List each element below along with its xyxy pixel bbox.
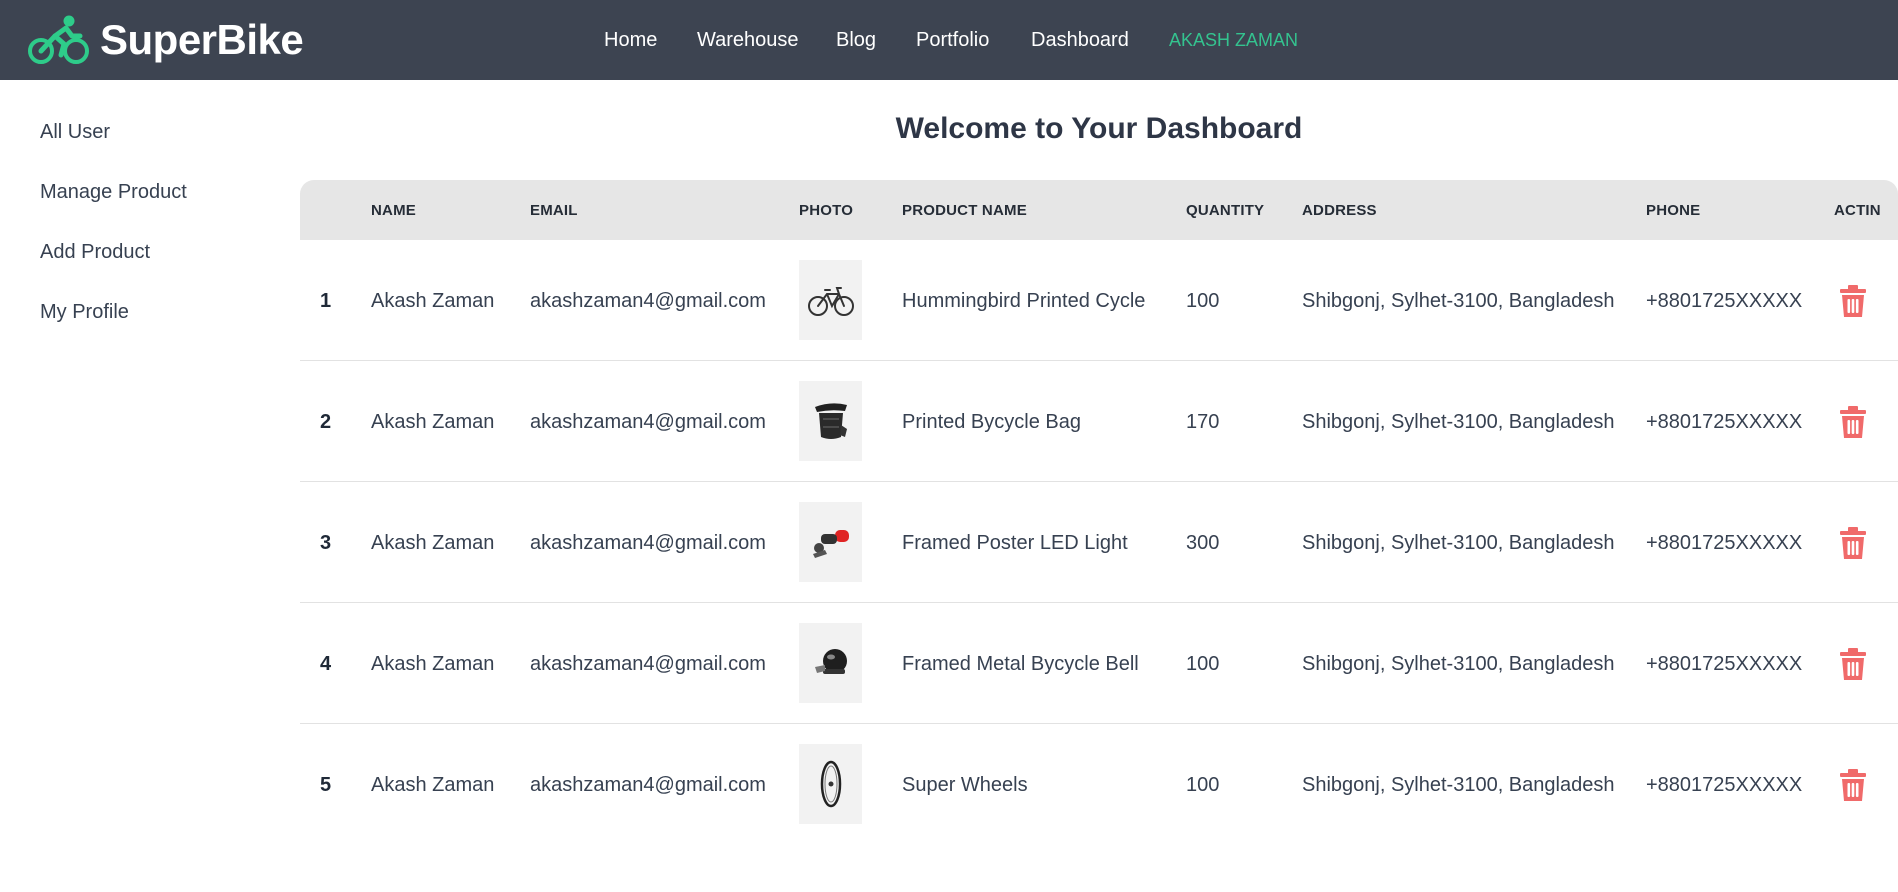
row-phone: +8801725XXXXX <box>1646 653 1803 675</box>
product-photo <box>799 502 862 582</box>
saddle-bag-icon <box>814 403 847 439</box>
wheel-icon <box>820 760 841 808</box>
header-email: EMAIL <box>530 202 578 219</box>
row-index: 5 <box>320 774 332 796</box>
trash-icon[interactable] <box>1838 405 1868 439</box>
header-action: ACTIN <box>1834 202 1881 219</box>
row-address: Shibgonj, Sylhet-3100, Bangladesh <box>1302 774 1615 796</box>
nav-portfolio[interactable]: Portfolio <box>916 29 989 52</box>
bell-icon <box>814 649 847 674</box>
product-photo <box>799 744 862 824</box>
row-address: Shibgonj, Sylhet-3100, Bangladesh <box>1302 411 1615 433</box>
row-index: 4 <box>320 653 332 675</box>
bicycle-icon <box>807 287 854 316</box>
sidebar-item-my-profile[interactable]: My Profile <box>40 301 129 324</box>
nav-user-name[interactable]: AKASH ZAMAN <box>1169 30 1298 51</box>
nav-warehouse[interactable]: Warehouse <box>697 29 799 52</box>
row-name: Akash Zaman <box>371 532 495 554</box>
header-address: ADDRESS <box>1302 202 1377 219</box>
row-phone: +8801725XXXXX <box>1646 532 1803 554</box>
row-email: akashzaman4@gmail.com <box>530 653 766 675</box>
table-row: 1 Akash Zaman akashzaman4@gmail.com Humm… <box>300 240 1898 361</box>
row-address: Shibgonj, Sylhet-3100, Bangladesh <box>1302 532 1615 554</box>
row-index: 2 <box>320 411 332 433</box>
row-product-name: Framed Poster LED Light <box>902 532 1128 554</box>
row-product-name: Printed Bycycle Bag <box>902 411 1081 433</box>
row-quantity: 100 <box>1186 653 1220 675</box>
row-address: Shibgonj, Sylhet-3100, Bangladesh <box>1302 653 1615 675</box>
trash-icon[interactable] <box>1838 768 1868 802</box>
row-name: Akash Zaman <box>371 653 495 675</box>
nav-home[interactable]: Home <box>604 29 657 52</box>
table-header: NAME EMAIL PHOTO PRODUCT NAME QUANTITY A… <box>300 180 1898 240</box>
header-photo: PHOTO <box>799 202 854 219</box>
row-quantity: 100 <box>1186 290 1220 312</box>
sidebar-item-manage-product[interactable]: Manage Product <box>40 181 187 204</box>
header-product-name: PRODUCT NAME <box>902 202 1027 219</box>
nav-blog[interactable]: Blog <box>836 29 876 52</box>
page-title: Welcome to Your Dashboard <box>895 112 1303 145</box>
row-index: 1 <box>320 290 332 312</box>
trash-icon[interactable] <box>1838 647 1868 681</box>
table-row: 3 Akash Zaman akashzaman4@gmail.com Fram… <box>300 482 1898 603</box>
row-product-name: Super Wheels <box>902 774 1028 796</box>
header-quantity: QUANTITY <box>1186 202 1265 219</box>
nav-dashboard[interactable]: Dashboard <box>1031 29 1129 52</box>
row-index: 3 <box>320 532 332 554</box>
header-name: NAME <box>371 202 416 219</box>
top-navbar: SuperBike Home Warehouse Blog Portfolio … <box>0 0 1898 80</box>
trash-icon[interactable] <box>1838 526 1868 560</box>
product-photo <box>799 381 862 461</box>
table-row: 2 Akash Zaman akashzaman4@gmail.com Prin… <box>300 361 1898 482</box>
row-phone: +8801725XXXXX <box>1646 290 1803 312</box>
header-phone: PHONE <box>1646 202 1701 219</box>
row-email: akashzaman4@gmail.com <box>530 290 766 312</box>
row-name: Akash Zaman <box>371 290 495 312</box>
row-product-name: Hummingbird Printed Cycle <box>902 290 1146 312</box>
row-name: Akash Zaman <box>371 411 495 433</box>
sidebar-item-add-product[interactable]: Add Product <box>40 241 150 264</box>
row-quantity: 100 <box>1186 774 1220 796</box>
table-row: 4 Akash Zaman akashzaman4@gmail.com Fram… <box>300 603 1898 724</box>
table-row: 5 Akash Zaman akashzaman4@gmail.com Supe… <box>300 724 1898 845</box>
row-phone: +8801725XXXXX <box>1646 774 1803 796</box>
trash-icon[interactable] <box>1838 284 1868 318</box>
product-photo <box>799 260 862 340</box>
sidebar-item-all-user[interactable]: All User <box>40 121 110 144</box>
product-photo <box>799 623 862 703</box>
row-phone: +8801725XXXXX <box>1646 411 1803 433</box>
row-email: akashzaman4@gmail.com <box>530 774 766 796</box>
row-product-name: Framed Metal Bycycle Bell <box>902 653 1139 675</box>
row-quantity: 300 <box>1186 532 1220 554</box>
row-name: Akash Zaman <box>371 774 495 796</box>
row-email: akashzaman4@gmail.com <box>530 532 766 554</box>
main-nav: Home Warehouse Blog Portfolio Dashboard … <box>0 0 1898 80</box>
row-address: Shibgonj, Sylhet-3100, Bangladesh <box>1302 290 1615 312</box>
led-light-icon <box>812 530 849 558</box>
row-email: akashzaman4@gmail.com <box>530 411 766 433</box>
row-quantity: 170 <box>1186 411 1220 433</box>
